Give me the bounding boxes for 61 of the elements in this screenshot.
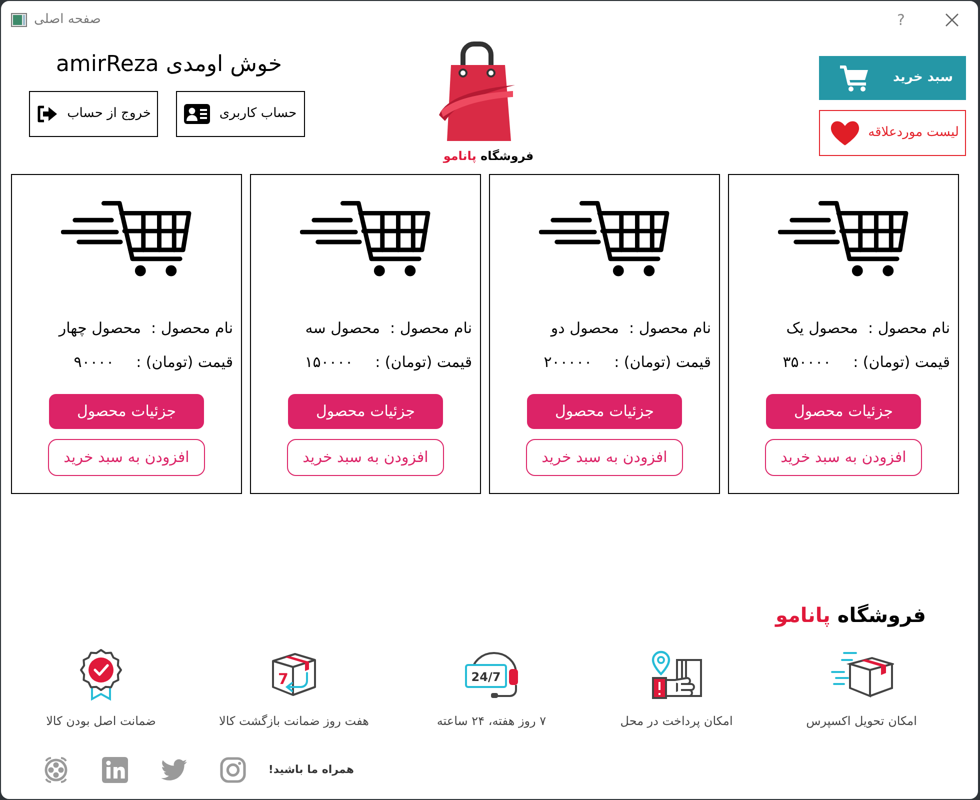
price: ۲۰۰۰۰۰ [544,352,592,372]
feature-label: امکان پرداخت در محل [620,713,733,730]
close-icon [945,13,959,27]
hand-card-icon [650,650,704,700]
price-label: قیمت (تومان) : [136,352,233,372]
product-name-label: نام محصول : [390,318,472,338]
account-button[interactable]: حساب کاربری [176,91,305,137]
welcome-text: خوش اومدی amirReza [56,51,282,78]
product-name: محصول یک [786,318,858,338]
details-button[interactable]: جزئیات محصول [288,394,443,429]
app-icon [11,13,27,27]
details-button[interactable]: جزئیات محصول [766,394,921,429]
moving-box-icon [830,650,894,700]
logo-text: فروشگاه پانامو [443,149,534,164]
price-label: قیمت (تومان) : [853,352,950,372]
add-to-cart-button[interactable]: افزودن به سبد خرید [287,439,444,476]
instagram-icon[interactable] [220,757,246,783]
price: ۹۰۰۰۰ [74,352,114,372]
twitter-icon[interactable] [161,759,188,781]
price-label: قیمت (تومان) : [375,352,472,372]
feature-label: امکان تحویل اکسپرس [806,713,917,730]
cart-icon [61,200,192,278]
product-name: محصول چهار [58,318,141,338]
add-to-cart-button[interactable]: افزودن به سبد خرید [765,439,922,476]
details-button[interactable]: جزئیات محصول [527,394,682,429]
product-name: محصول سه [305,318,380,338]
cart-icon [778,200,909,278]
logout-button[interactable]: خروج از حساب [29,91,158,137]
product-name: محصول دو [550,318,619,338]
price-label: قیمت (تومان) : [614,352,711,372]
price: ۱۵۰۰۰۰ [304,352,354,372]
feature-label: ضمانت اصل بودن کالا [46,713,156,730]
day-count-label: 7 [278,670,288,688]
close-button[interactable] [945,13,959,27]
return-box-icon [272,653,316,696]
cart-icon [839,64,869,92]
film-reel-icon[interactable] [43,757,70,783]
hours-label: 24/7 [470,670,500,684]
add-to-cart-button[interactable]: افزودن به سبد خرید [48,439,205,476]
product-name-label: نام محصول : [868,318,950,338]
logout-icon [36,105,58,123]
add-to-cart-button[interactable]: افزودن به سبد خرید [526,439,683,476]
headset-icon [464,652,518,698]
product-name-label: نام محصول : [629,318,711,338]
help-button[interactable]: ? [897,12,905,28]
feature-label: ۷ روز هفته، ۲۴ ساعته [436,713,546,730]
logo-text: فروشگاه پانامو [775,603,926,627]
cart-icon [300,200,431,278]
cart-icon [539,200,670,278]
price: ۳۵۰۰۰۰ [782,352,832,372]
id-card-icon [184,104,210,124]
details-button[interactable]: جزئیات محصول [49,394,204,429]
favorites-button[interactable]: لیست موردعلاقه [819,110,966,156]
linkedin-icon[interactable] [102,757,128,783]
window-title: صفحه اصلی [34,11,101,30]
product-name-label: نام محصول : [151,318,233,338]
follow-text: همراه ما باشید! [268,762,354,778]
cart-button[interactable]: سبد خرید [819,56,966,100]
heart-icon [830,120,860,146]
badge-check-icon [79,649,123,701]
feature-label: هفت روز ضمانت بازگشت کالا [219,713,369,730]
